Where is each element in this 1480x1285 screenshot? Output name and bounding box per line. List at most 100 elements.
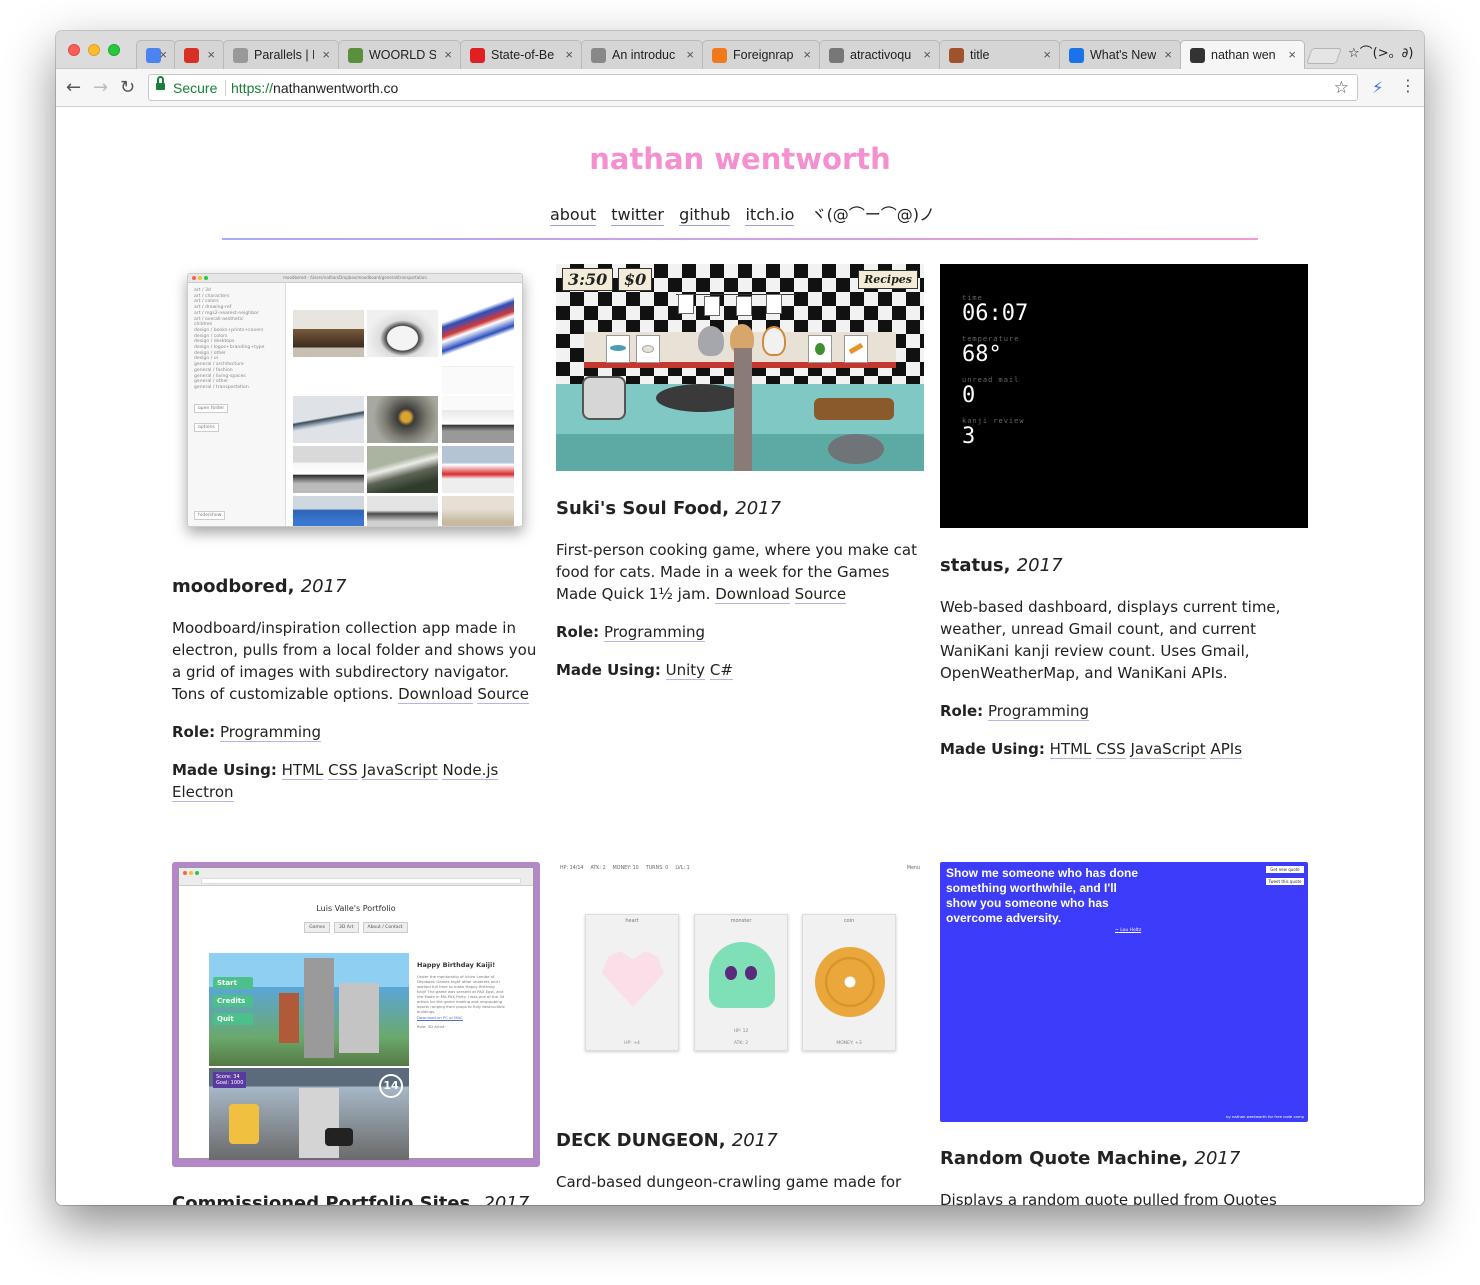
get-new-quote-button: Get new quote (1266, 866, 1304, 873)
browser-tab[interactable]: × (136, 40, 176, 69)
card-name: heart (625, 918, 639, 924)
made-using-line: Made Using: HTML CSS JavaScript APIs (940, 738, 1308, 760)
quote-footer: by nathan wentworth for free code camp (1226, 1114, 1304, 1119)
nav-github-link[interactable]: github (679, 205, 731, 226)
url-host: nathanwentworth.co (273, 80, 399, 96)
project-name: DECK DUNGEON (556, 1130, 719, 1151)
tab-close-icon[interactable]: × (1164, 47, 1172, 62)
tab-close-icon[interactable]: × (444, 47, 452, 62)
site-title[interactable]: nathan wentworth (56, 142, 1424, 176)
project-title[interactable]: Commissioned Portfolio Sites, 2017 (172, 1193, 540, 1205)
project-title[interactable]: status, 2017 (940, 555, 1308, 576)
close-window-button[interactable] (68, 44, 80, 56)
hide-show-button[interactable]: hide/show (194, 511, 226, 520)
checkbox-icon (1069, 48, 1084, 63)
role-line: Role: Programming (172, 721, 540, 743)
forward-arrow-icon[interactable]: → (93, 77, 108, 98)
tech-link[interactable]: Unity (665, 661, 706, 680)
options-button[interactable]: options (194, 422, 219, 432)
random-quote-thumbnail[interactable]: Show me someone who has done something w… (940, 862, 1308, 1122)
nav-itchio-link[interactable]: itch.io (745, 205, 795, 226)
zoom-window-button[interactable] (108, 44, 120, 56)
description-text: Displays a random quote pulled from Quot… (940, 1191, 1277, 1205)
browser-tab[interactable]: WOORLD S × (338, 40, 461, 69)
tech-link[interactable]: JavaScript (1130, 740, 1206, 759)
browser-tab[interactable]: × (174, 40, 224, 69)
nav-about-link[interactable]: about (549, 205, 597, 226)
tech-link[interactable]: APIs (1210, 740, 1243, 759)
back-arrow-icon[interactable]: ← (66, 77, 81, 98)
white-car-image (442, 396, 514, 443)
tab-close-icon[interactable]: × (803, 47, 811, 62)
tab-label: Foreignrap (733, 48, 794, 62)
reload-icon[interactable]: ↻ (120, 77, 135, 98)
tab-close-icon[interactable]: × (565, 47, 573, 62)
download-link[interactable]: Download (398, 685, 473, 704)
download-link[interactable]: Download (715, 585, 790, 604)
moodbored-sidebar: art / 3d art / characters art / colors art … (188, 283, 286, 526)
browser-tab[interactable]: title × (939, 40, 1060, 69)
role-link[interactable]: Programming (987, 702, 1090, 721)
quote-author: ~ Lou Holtz (1115, 928, 1142, 933)
secure-label: Secure (173, 80, 218, 96)
address-bar[interactable]: Secure https://nathanwentworth.co ☆ (148, 74, 1358, 101)
bolt-extension-icon[interactable]: ⚡ (1372, 78, 1383, 97)
project-description: Web-based dashboard, displays current ti… (940, 596, 1308, 684)
tab-close-icon[interactable]: × (686, 47, 694, 62)
menu-dots-icon[interactable]: ⋮ (1400, 76, 1416, 95)
pot-lid (828, 434, 884, 464)
minimize-window-button[interactable] (88, 44, 100, 56)
browser-tab[interactable]: What's New × (1059, 40, 1181, 69)
role-link[interactable]: Programming (219, 723, 322, 742)
tab-close-icon[interactable]: × (322, 47, 330, 62)
tab-close-icon[interactable]: × (923, 47, 931, 62)
suki-soul-food-thumbnail[interactable]: 3:50 $0 Recipes (556, 264, 924, 471)
tab-close-icon[interactable]: × (1288, 47, 1296, 62)
tech-link[interactable]: C# (709, 661, 733, 680)
portfolio-thumbnail[interactable]: Luis Valle's Portfolio Games 3D Art About … (172, 862, 540, 1167)
tech-link[interactable]: JavaScript (362, 761, 438, 780)
browser-tab[interactable]: atractivoqu × (819, 40, 940, 69)
browser-tab[interactable]: An introduc × (581, 40, 703, 69)
card-stat: HP: +4 (624, 1041, 640, 1046)
tech-link[interactable]: HTML (1049, 740, 1092, 759)
tech-link[interactable]: Node.js (442, 761, 499, 780)
motorcycle-image (293, 310, 364, 357)
browser-tab[interactable]: nathan wen × (1180, 40, 1305, 69)
role-link[interactable]: Programming (603, 623, 706, 642)
post-role: Role: 3D Artist (417, 1024, 445, 1029)
bookmark-star-icon[interactable]: ☆ (1334, 78, 1349, 98)
source-link[interactable]: Source (477, 685, 529, 704)
status-thumbnail[interactable]: time 06:07 temperature 68° unread mail 0 kanji… (940, 264, 1308, 528)
tab-close-icon[interactable]: × (159, 47, 167, 62)
deck-stat: TURNS: 0 (645, 866, 669, 871)
project-title[interactable]: moodbored, 2017 (172, 576, 540, 597)
nav-twitter-link[interactable]: twitter (611, 205, 664, 226)
browser-window: ××Parallels | N×WOORLD S×State-of-Be×An … (56, 31, 1424, 1205)
tech-link[interactable]: CSS (1096, 740, 1126, 759)
new-tab-button[interactable] (1306, 48, 1342, 64)
browser-tab[interactable]: Parallels | N × (223, 40, 339, 69)
project-name: moodbored (172, 576, 288, 597)
tech-link[interactable]: Electron (172, 783, 234, 802)
tab-close-icon[interactable]: × (207, 47, 215, 62)
extension-kaomoji[interactable]: ☆⌒(>。∂) (1348, 42, 1413, 61)
rice-cooker (582, 376, 626, 420)
project-title[interactable]: Suki's Soul Food, 2017 (556, 498, 924, 519)
browser-tab[interactable]: State-of-Be × (460, 40, 582, 69)
tech-link[interactable]: CSS (328, 761, 358, 780)
open-folder-button[interactable]: open folder (194, 403, 229, 413)
project-title[interactable]: Random Quote Machine, 2017 (940, 1148, 1308, 1169)
tab-close-icon[interactable]: × (1043, 47, 1051, 62)
deck-dungeon-thumbnail[interactable]: HP: 14/14 ATK: 2 MONEY: 10 TURNS: 0 LVL: 1 M… (556, 862, 924, 1062)
url-text[interactable]: https://nathanwentworth.co (231, 80, 398, 96)
pixel-face-icon (829, 48, 844, 63)
made-using-label: Made Using: (172, 761, 277, 779)
moodbored-thumbnail[interactable]: moodbored - /Users/nathan/Dropbox/moodbo… (187, 273, 523, 527)
status-value: 68° (962, 342, 1002, 367)
project-description: Moodboard/inspiration collection app mad… (172, 617, 540, 705)
source-link[interactable]: Source (794, 585, 847, 604)
browser-tab[interactable]: Foreignrap × (702, 40, 820, 69)
project-title[interactable]: DECK DUNGEON, 2017 (556, 1130, 924, 1151)
tech-link[interactable]: HTML (281, 761, 324, 780)
